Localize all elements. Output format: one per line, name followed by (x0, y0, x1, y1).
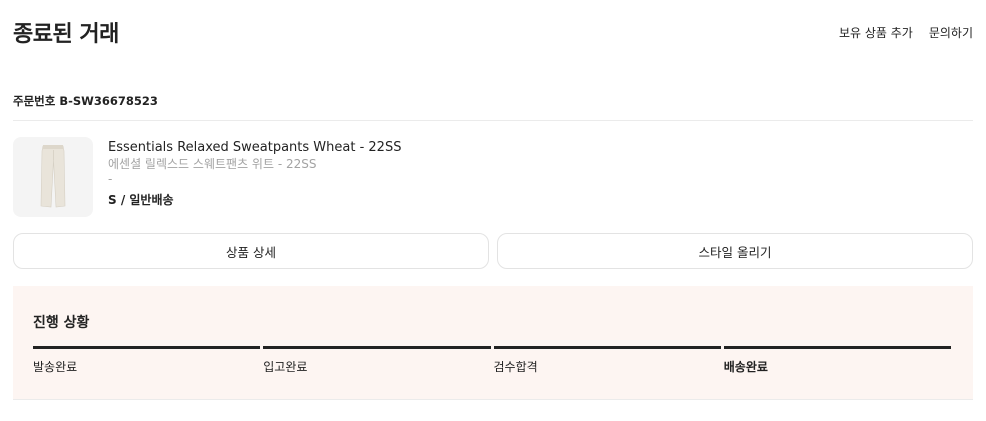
inquiry-link[interactable]: 문의하기 (929, 24, 973, 41)
progress-steps: 발송완료 입고완료 검수합격 배송완료 (33, 346, 951, 375)
product-thumbnail[interactable] (13, 137, 93, 217)
product-card: Essentials Relaxed Sweatpants Wheat - 22… (13, 137, 401, 217)
divider (13, 120, 973, 121)
header-links: 보유 상품 추가 문의하기 (839, 24, 973, 41)
progress-step-label-current: 배송완료 (723, 360, 768, 374)
progress-step-bar (493, 346, 721, 349)
progress-step: 입고완료 (263, 346, 491, 375)
progress-step-label: 발송완료 (33, 360, 78, 374)
progress-title: 진행 상황 (33, 315, 90, 331)
progress-step: 발송완료 (33, 346, 261, 375)
product-extra: - (108, 172, 113, 186)
product-option: S / 일반배송 (108, 193, 174, 207)
product-name-en[interactable]: Essentials Relaxed Sweatpants Wheat - 22… (108, 139, 401, 156)
page-title: 종료된 거래 (13, 22, 119, 47)
header: 종료된 거래 보유 상품 추가 문의하기 (13, 14, 973, 50)
progress-step-bar (723, 346, 951, 349)
add-owned-item-link[interactable]: 보유 상품 추가 (839, 24, 913, 41)
progress-step-bar (33, 346, 261, 349)
sweatpants-image (40, 145, 66, 208)
progress-step: 배송완료 (723, 346, 951, 375)
progress-section: 진행 상황 발송완료 입고완료 검수합격 배송완료 (13, 286, 973, 400)
progress-step: 검수합격 (493, 346, 721, 375)
product-info: Essentials Relaxed Sweatpants Wheat - 22… (108, 137, 401, 217)
product-name-ko: 에센셜 릴렉스드 스웨트팬츠 위트 - 22SS (108, 157, 317, 171)
progress-step-label: 입고완료 (263, 360, 308, 374)
post-style-button[interactable]: 스타일 올리기 (497, 233, 973, 269)
progress-step-bar (263, 346, 491, 349)
order-number: 주문번호 B-SW36678523 (13, 94, 158, 108)
progress-step-label: 검수합격 (493, 360, 538, 374)
product-detail-button[interactable]: 상품 상세 (13, 233, 489, 269)
